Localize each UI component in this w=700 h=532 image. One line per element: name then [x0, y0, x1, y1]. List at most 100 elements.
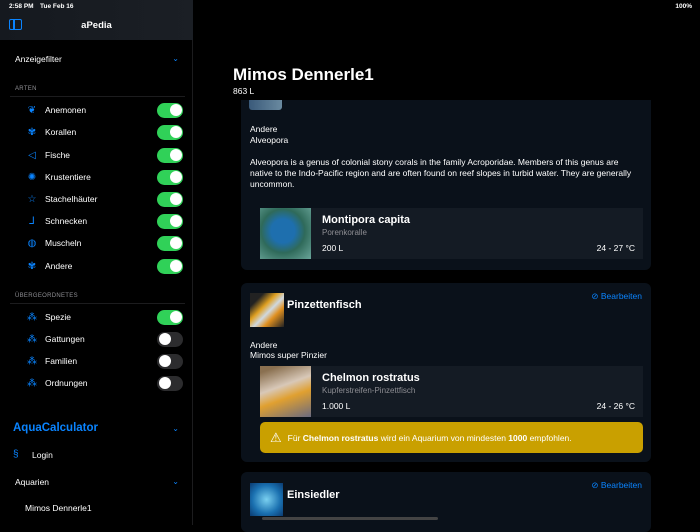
- toggle-krustentiere[interactable]: [157, 169, 183, 185]
- edit-icon: ⊘: [591, 291, 599, 301]
- toggle-familien[interactable]: [157, 353, 183, 369]
- filter-familien: ⁂ Familien: [25, 352, 183, 370]
- section-header-arten: ARTEN: [15, 86, 37, 92]
- sidebar-title: aPedia: [81, 20, 112, 31]
- status-time: 2:58 PM: [9, 3, 34, 10]
- warning-species: Chelmon rostratus: [302, 432, 379, 443]
- toggle-schnecken[interactable]: [157, 213, 183, 229]
- edit-button[interactable]: ⊘ Bearbeiten: [591, 480, 642, 491]
- species-image: [249, 100, 282, 110]
- filter-gattungen: ⁂ Gattungen: [25, 330, 183, 348]
- filter-label: Fische: [45, 150, 71, 160]
- species-thumbnail: [260, 366, 311, 417]
- filter-label: Familien: [45, 356, 78, 366]
- species-subtitle: Kupferstreifen-Pinzettfisch: [322, 386, 416, 395]
- category: Andere: [250, 124, 278, 134]
- warning-icon: ⚠: [270, 429, 282, 445]
- coral-icon: ✾: [27, 126, 37, 138]
- species-name: Alveopora: [250, 135, 289, 145]
- status-date: Tue Feb 16: [40, 3, 74, 10]
- warning-text: empfohlen.: [527, 432, 572, 443]
- filter-krustentiere: ✺ Krustentiere: [25, 168, 183, 186]
- filter-ordnungen: ⁂ Ordnungen: [25, 374, 183, 392]
- filter-label: Schnecken: [45, 216, 88, 226]
- aquarien-label: Aquarien: [15, 477, 50, 487]
- filter-anemonen: ❦ Anemonen: [25, 101, 183, 119]
- divider: [10, 303, 185, 304]
- species-card-pinzettenfisch: Pinzettenfisch ⊘ Bearbeiten Andere Mimos…: [241, 283, 651, 462]
- fingerprint-icon: §: [13, 449, 19, 460]
- leaf-icon: ❦: [27, 104, 37, 116]
- crab-icon: ✺: [27, 171, 37, 183]
- filter-andere: ✾ Andere: [25, 257, 183, 275]
- filter-label: Krustentiere: [45, 172, 91, 182]
- species-temperature: 24 - 26 °C: [596, 401, 635, 411]
- battery-status: 100%: [675, 3, 692, 10]
- filter-schnecken: ⅃ Schnecken: [25, 212, 183, 230]
- filter-fische: ◁ Fische: [25, 146, 183, 164]
- display-filter-label: Anzeigefilter: [15, 54, 62, 64]
- toggle-gattungen[interactable]: [157, 331, 183, 347]
- section-header-parents: ÜBERGEORDNETES: [15, 293, 78, 299]
- login-button[interactable]: § Login: [13, 449, 183, 463]
- star-icon: ☆: [27, 193, 37, 205]
- species-link-montipora[interactable]: Montipora capita Porenkoralle 200 L 24 -…: [260, 208, 643, 259]
- filter-label: Andere: [45, 261, 73, 271]
- page-title: Mimos Dennerle1: [233, 65, 374, 84]
- horizontal-scrollbar[interactable]: [262, 517, 438, 520]
- warning-text: Für: [287, 432, 301, 443]
- filter-stachelhaeuter: ☆ Stachelhäuter: [25, 190, 183, 208]
- species-image: [250, 293, 284, 327]
- toggle-andere[interactable]: [157, 258, 183, 274]
- species-thumbnail: [260, 208, 311, 259]
- snail-icon: ⅃: [29, 215, 35, 227]
- card-title: Pinzettenfisch: [287, 299, 362, 311]
- fish-icon: ◁: [28, 149, 36, 161]
- edit-icon: ⊘: [591, 480, 599, 490]
- card-title: Einsiedler: [287, 489, 340, 501]
- filter-spezie: ⁂ Spezie: [25, 308, 183, 326]
- species-card-einsiedler: Einsiedler ⊘ Bearbeiten: [241, 472, 651, 532]
- chevron-down-icon: ⌄: [172, 424, 179, 433]
- chevron-down-icon: ⌄: [172, 54, 179, 63]
- filter-label: Anemonen: [45, 105, 87, 115]
- aquacalculator-title: AquaCalculator: [13, 422, 98, 434]
- divider: [10, 96, 185, 97]
- toggle-muscheln[interactable]: [157, 235, 183, 251]
- filter-korallen: ✾ Korallen: [25, 123, 183, 141]
- aquarium-item[interactable]: Mimos Dennerle1: [25, 503, 92, 513]
- species-link-chelmon[interactable]: Chelmon rostratus Kupferstreifen-Pinzett…: [260, 366, 643, 417]
- species-title: Chelmon rostratus: [322, 372, 420, 384]
- filter-muscheln: ◍ Muscheln: [25, 234, 183, 252]
- species-description: Alveopora is a genus of colonial stony c…: [250, 157, 632, 189]
- sidebar: 2:58 PM Tue Feb 16 aPedia Anzeigefilter …: [0, 0, 193, 525]
- species-subtitle: Porenkoralle: [322, 228, 367, 237]
- warning-text: wird ein Aquarium von mindesten: [378, 432, 509, 443]
- filter-label: Ordnungen: [45, 378, 88, 388]
- filter-label: Muscheln: [45, 238, 82, 248]
- species-image: [250, 483, 283, 516]
- toggle-korallen[interactable]: [157, 124, 183, 140]
- species-card-alveopora: Andere Alveopora Alveopora is a genus of…: [241, 100, 651, 270]
- species-name: Mimos super Pinzier: [250, 350, 327, 360]
- volume-warning: ⚠ Für Chelmon rostratus wird ein Aquariu…: [260, 422, 643, 453]
- edit-button[interactable]: ⊘ Bearbeiten: [591, 291, 642, 302]
- coral-icon: ✾: [27, 260, 37, 272]
- filter-label: Stachelhäuter: [45, 194, 98, 204]
- species-title: Montipora capita: [322, 214, 411, 226]
- aquacalculator-section[interactable]: AquaCalculator ⌄: [0, 421, 193, 439]
- login-label: Login: [32, 450, 53, 460]
- aquarium-volume: 863 L: [233, 86, 255, 96]
- filter-label: Spezie: [45, 312, 71, 322]
- edit-label: Bearbeiten: [600, 480, 642, 490]
- toggle-fische[interactable]: [157, 147, 183, 163]
- toggle-anemonen[interactable]: [157, 102, 183, 118]
- toggle-spezie[interactable]: [157, 309, 183, 325]
- toggle-ordnungen[interactable]: [157, 375, 183, 391]
- aquarien-section[interactable]: Aquarien ⌄: [0, 476, 193, 490]
- display-filter-toggle[interactable]: Anzeigefilter ⌄: [0, 52, 193, 68]
- hierarchy-icon: ⁂: [27, 333, 37, 345]
- toggle-stachelhaeuter[interactable]: [157, 191, 183, 207]
- edit-label: Bearbeiten: [600, 291, 642, 301]
- warning-amount: 1000: [508, 432, 528, 443]
